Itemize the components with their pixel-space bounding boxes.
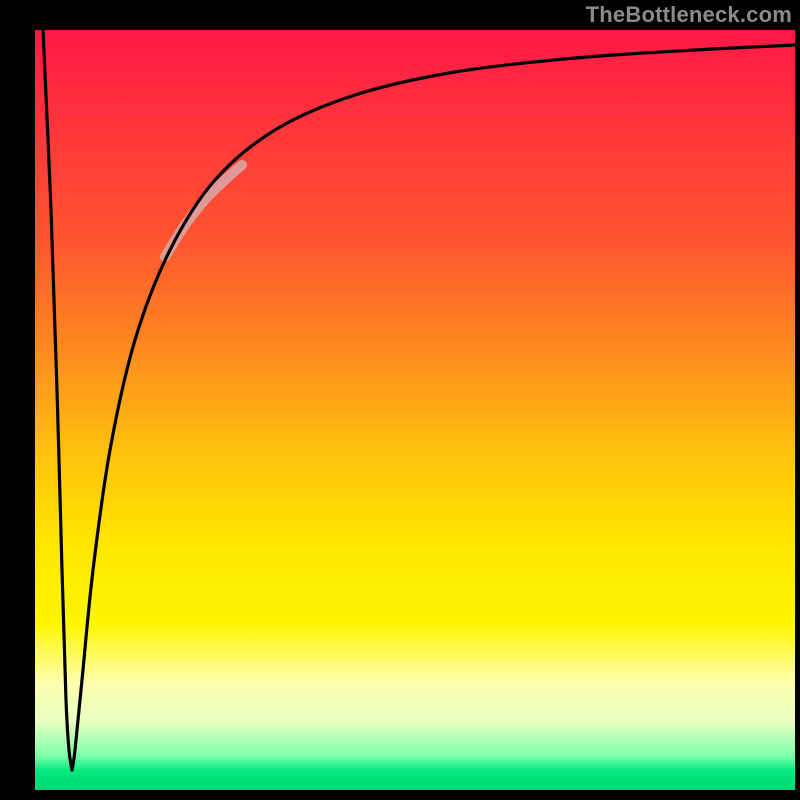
plot-area [35,30,795,790]
watermark-text: TheBottleneck.com [586,2,792,28]
curve-right-ascent [72,45,795,770]
highlighted-segment [165,165,242,257]
curve-left-descent [43,30,72,770]
curve-svg [35,30,795,790]
chart-frame: TheBottleneck.com [0,0,800,800]
